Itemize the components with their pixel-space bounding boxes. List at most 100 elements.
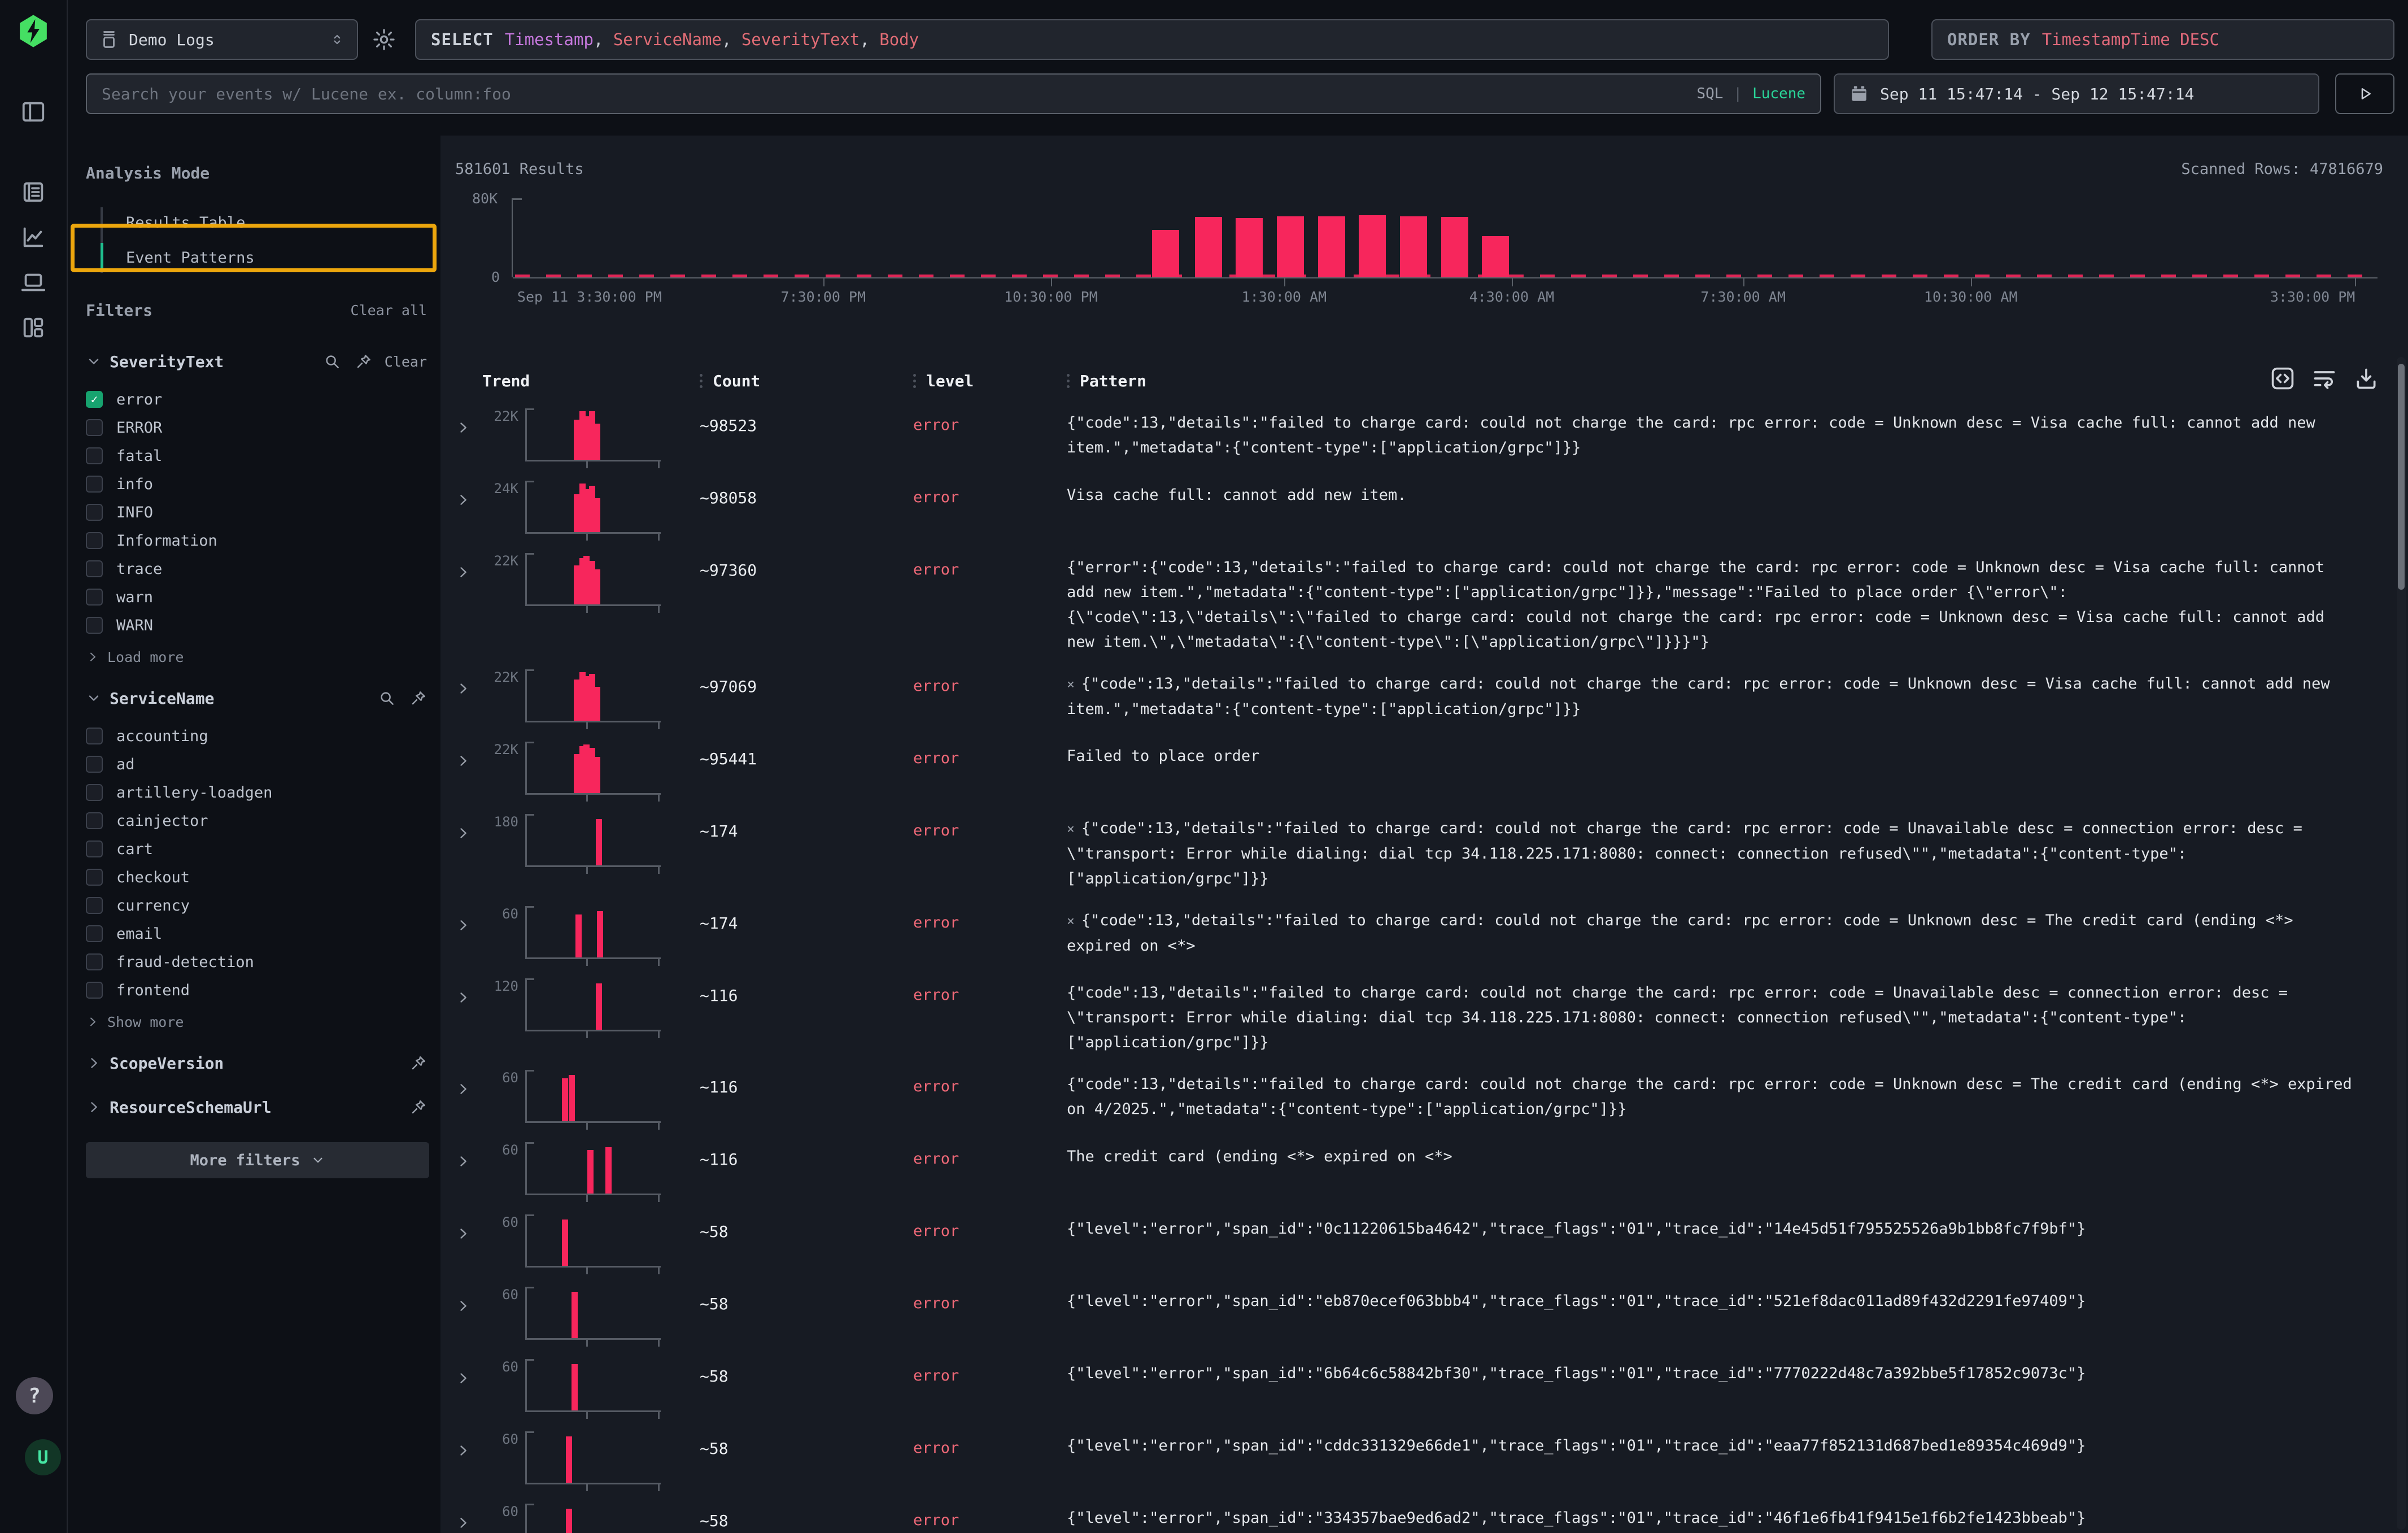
checkbox-unchecked[interactable] [86,476,103,493]
checkbox-unchecked[interactable] [86,840,103,857]
filter-show-more-link[interactable]: Show more [86,1007,427,1037]
histogram-bar[interactable] [1441,217,1468,277]
vertical-scrollbar[interactable] [2397,357,2406,1530]
histogram-bar[interactable] [1236,218,1263,277]
row-expander-icon[interactable] [455,741,482,769]
pattern-row[interactable]: 60~58error{"level":"error","span_id":"cd… [455,1423,2383,1496]
filter-option-ERROR[interactable]: ERROR [86,413,427,442]
filter-option-trace[interactable]: trace [86,555,427,583]
column-header-trend[interactable]: Trend [482,372,700,390]
histogram-bar[interactable] [1277,216,1304,278]
row-expander-icon[interactable] [455,813,482,841]
pattern-row[interactable]: 180~174error×{"code":13,"details":"faile… [455,806,2383,898]
checkbox-unchecked[interactable] [86,419,103,436]
filter-option-error[interactable]: ✓error [86,385,427,413]
pattern-row[interactable]: 60~58error{"level":"error","span_id":"33… [455,1496,2383,1533]
chart-explorer-icon[interactable] [12,216,55,259]
user-avatar[interactable]: U [25,1439,61,1475]
wrap-text-icon[interactable] [2312,366,2337,391]
column-header-level[interactable]: level [913,372,1067,390]
select-query-editor[interactable]: SELECT Timestamp, ServiceName, SeverityT… [415,19,1889,60]
search-input[interactable]: Search your events w/ Lucene ex. column:… [86,73,1821,114]
checkbox-unchecked[interactable] [86,728,103,744]
pattern-text[interactable]: ×{"code":13,"details":"failed to charge … [1067,905,2383,959]
filter-group-header-ServiceName[interactable]: ServiceName [86,680,427,716]
chevron-down-icon[interactable] [86,354,102,369]
histogram-bar[interactable] [1318,216,1345,278]
hyperdx-lightning-logo[interactable] [17,14,50,49]
row-expander-icon[interactable] [455,1141,482,1169]
tab-results-table[interactable]: Results Table [86,205,427,240]
chevron-right-icon[interactable] [86,1099,102,1115]
filter-option-accounting[interactable]: accounting [86,722,427,750]
pattern-text[interactable]: ×{"code":13,"details":"failed to charge … [1067,668,2383,722]
filter-option-artillery-loadgen[interactable]: artillery-loadgen [86,778,427,807]
filter-option-ad[interactable]: ad [86,750,427,778]
more-filters-button[interactable]: More filters [86,1142,429,1178]
pattern-row[interactable]: 120~116error{"code":13,"details":"failed… [455,970,2383,1062]
column-header-count[interactable]: Count [700,372,913,390]
logs-search-icon[interactable] [12,171,55,214]
code-block-icon[interactable] [2270,366,2295,391]
pattern-text[interactable]: {"level":"error","span_id":"334357bae9ed… [1067,1502,2383,1531]
row-expander-icon[interactable] [455,905,482,933]
filter-group-header-SeverityText[interactable]: SeverityTextClear [86,343,427,380]
filter-option-currency[interactable]: currency [86,891,427,920]
filter-option-frontend[interactable]: frontend [86,976,427,1004]
checkbox-unchecked[interactable] [86,897,103,914]
row-expander-icon[interactable] [455,1502,482,1531]
row-expander-icon[interactable] [455,407,482,435]
tab-event-patterns[interactable]: Event Patterns [86,240,427,275]
pattern-text[interactable]: ×{"code":13,"details":"failed to charge … [1067,813,2383,891]
checkbox-unchecked[interactable] [86,756,103,773]
source-select[interactable]: Demo Logs [86,19,358,60]
pattern-text[interactable]: {"code":13,"details":"failed to charge c… [1067,1069,2383,1122]
row-expander-icon[interactable] [455,668,482,696]
pin-icon[interactable] [410,1099,427,1116]
pattern-row[interactable]: 60~58error{"level":"error","span_id":"0c… [455,1207,2383,1279]
results-histogram[interactable]: 80K 0 Sep 11 3:30:00 PM7:30:00 PM10:30:0… [512,198,2383,307]
filter-load-more-link[interactable]: Load more [86,642,427,672]
filter-option-warn[interactable]: warn [86,583,427,611]
row-expander-icon[interactable] [455,1069,482,1097]
checkbox-unchecked[interactable] [86,953,103,970]
pin-icon[interactable] [355,353,372,370]
row-expander-icon[interactable] [455,1286,482,1314]
help-button[interactable]: ? [16,1377,53,1414]
chevron-down-icon[interactable] [86,690,102,706]
row-expander-icon[interactable] [455,480,482,508]
pattern-text[interactable]: {"code":13,"details":"failed to charge c… [1067,407,2383,460]
checkbox-unchecked[interactable] [86,504,103,521]
pattern-row[interactable]: 60~58error{"level":"error","span_id":"6b… [455,1351,2383,1423]
column-header-pattern[interactable]: Pattern [1067,372,2383,390]
pattern-text[interactable]: Failed to place order [1067,741,2383,769]
filter-option-INFO[interactable]: INFO [86,498,427,526]
filter-option-checkout[interactable]: checkout [86,863,427,891]
checkbox-unchecked[interactable] [86,617,103,634]
column-divider[interactable] [913,380,916,382]
histogram-bar[interactable] [1400,216,1427,278]
search-icon[interactable] [378,690,395,707]
checkbox-checked[interactable]: ✓ [86,391,103,408]
download-icon[interactable] [2354,366,2379,391]
row-expander-icon[interactable] [455,1213,482,1242]
chevron-right-icon[interactable] [86,1055,102,1071]
pattern-row[interactable]: 22K~98523error{"code":13,"details":"fail… [455,400,2383,473]
checkbox-unchecked[interactable] [86,447,103,464]
pattern-text[interactable]: {"level":"error","span_id":"cddc331329e6… [1067,1430,2383,1458]
row-expander-icon[interactable] [455,552,482,580]
column-divider[interactable] [1067,380,1070,382]
pattern-text[interactable]: {"level":"error","span_id":"0c11220615ba… [1067,1213,2383,1242]
gear-icon[interactable] [368,19,400,60]
run-query-button[interactable] [2335,73,2394,114]
checkbox-unchecked[interactable] [86,784,103,801]
pin-icon[interactable] [410,1055,427,1072]
pattern-row[interactable]: 60~174error×{"code":13,"details":"failed… [455,898,2383,970]
filter-option-fraud-detection[interactable]: fraud-detection [86,948,427,976]
histogram-bar[interactable] [1482,236,1509,278]
sidebar-toggle-icon[interactable] [12,90,55,133]
pattern-row[interactable]: 60~116errorThe credit card (ending <*> e… [455,1134,2383,1207]
pattern-text[interactable]: {"code":13,"details":"failed to charge c… [1067,977,2383,1055]
scrollbar-thumb[interactable] [2398,364,2405,590]
pattern-row[interactable]: 22K~97069error×{"code":13,"details":"fai… [455,661,2383,734]
